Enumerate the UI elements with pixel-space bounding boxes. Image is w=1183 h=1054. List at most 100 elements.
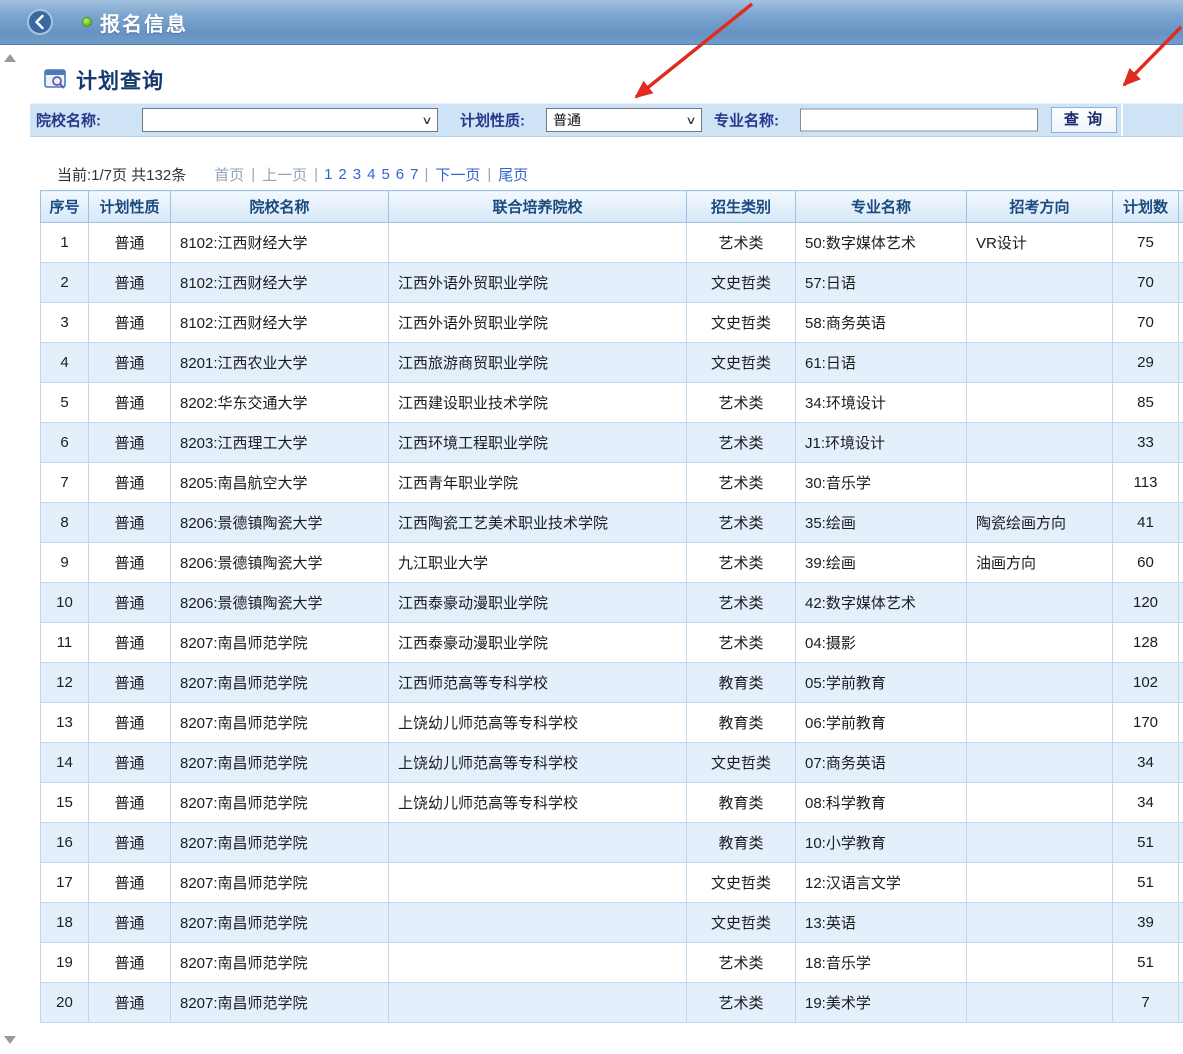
table-cell: 普通 bbox=[89, 983, 171, 1023]
table-cell: 12 bbox=[41, 663, 89, 703]
table-cell: 8203:江西理工大学 bbox=[171, 423, 389, 463]
scroll-up-arrow-icon[interactable] bbox=[4, 54, 16, 62]
table-row: 4普通8201:江西农业大学江西旅游商贸职业学院文史哲类61:日语29 bbox=[41, 343, 1183, 383]
table-cell: 15 bbox=[41, 783, 89, 823]
table-cell: 普通 bbox=[89, 223, 171, 263]
table-cell: 128 bbox=[1113, 623, 1179, 663]
page-number-link[interactable]: 7 bbox=[410, 166, 418, 183]
table-cell bbox=[967, 783, 1113, 823]
table-cell: 教育类 bbox=[687, 663, 796, 703]
table-cell: 上饶幼儿师范高等专科学校 bbox=[389, 703, 687, 743]
table-cell: 普通 bbox=[89, 383, 171, 423]
table-cell bbox=[389, 823, 687, 863]
table-cell: 8102:江西财经大学 bbox=[171, 263, 389, 303]
scroll-down-arrow-icon[interactable] bbox=[4, 1036, 16, 1044]
table-cell: 8201:江西农业大学 bbox=[171, 343, 389, 383]
column-header: 联合培养院校 bbox=[389, 191, 687, 223]
table-cell: 34 bbox=[1113, 743, 1179, 783]
table-cell: 江西陶瓷工艺美术职业技术学院 bbox=[389, 503, 687, 543]
table-cell: 06:学前教育 bbox=[796, 703, 967, 743]
table-cell-clipped bbox=[1179, 863, 1183, 903]
next-page-link[interactable]: 下一页 bbox=[435, 164, 480, 185]
page-number-link[interactable]: 5 bbox=[381, 166, 389, 183]
table-cell: 04:摄影 bbox=[796, 623, 967, 663]
column-header: 专业名称 bbox=[796, 191, 967, 223]
table-cell: 57:日语 bbox=[796, 263, 967, 303]
table-cell: 8207:南昌师范学院 bbox=[171, 983, 389, 1023]
table-cell-clipped bbox=[1179, 223, 1183, 263]
major-name-input[interactable] bbox=[800, 109, 1038, 132]
table-cell: 75 bbox=[1113, 223, 1179, 263]
table-cell: 8102:江西财经大学 bbox=[171, 223, 389, 263]
column-header: 计划数 bbox=[1113, 191, 1179, 223]
table-row: 6普通8203:江西理工大学江西环境工程职业学院艺术类J1:环境设计33 bbox=[41, 423, 1183, 463]
table-cell: 普通 bbox=[89, 663, 171, 703]
table-row: 2普通8102:江西财经大学江西外语外贸职业学院文史哲类57:日语70 bbox=[41, 263, 1183, 303]
table-cell-clipped bbox=[1179, 703, 1183, 743]
page-number-link[interactable]: 1 bbox=[324, 166, 332, 183]
table-cell bbox=[967, 983, 1113, 1023]
query-button[interactable]: 查 询 bbox=[1051, 107, 1117, 133]
table-cell: 教育类 bbox=[687, 783, 796, 823]
school-name-label: 院校名称: bbox=[36, 110, 101, 131]
table-cell: 文史哲类 bbox=[687, 863, 796, 903]
table-cell bbox=[967, 663, 1113, 703]
table-cell: 艺术类 bbox=[687, 983, 796, 1023]
table-cell: 102 bbox=[1113, 663, 1179, 703]
table-cell-clipped bbox=[1179, 343, 1183, 383]
table-cell: 江西泰豪动漫职业学院 bbox=[389, 583, 687, 623]
chevron-down-icon: ∨ bbox=[421, 114, 432, 127]
table-row: 17普通8207:南昌师范学院文史哲类12:汉语言文学51 bbox=[41, 863, 1183, 903]
page-number-link[interactable]: 2 bbox=[338, 166, 346, 183]
column-header: 招考方向 bbox=[967, 191, 1113, 223]
page-number-link[interactable]: 4 bbox=[367, 166, 375, 183]
table-cell: 江西师范高等专科学校 bbox=[389, 663, 687, 703]
prev-page-link[interactable]: 上一页 bbox=[262, 164, 307, 185]
table-cell: 51 bbox=[1113, 823, 1179, 863]
table-row: 7普通8205:南昌航空大学江西青年职业学院艺术类30:音乐学113 bbox=[41, 463, 1183, 503]
plan-nature-select[interactable]: 普通 ∨ bbox=[546, 108, 702, 132]
table-cell: 39:绘画 bbox=[796, 543, 967, 583]
table-cell bbox=[967, 263, 1113, 303]
status-dot-icon bbox=[82, 17, 92, 27]
table-cell: 江西外语外贸职业学院 bbox=[389, 303, 687, 343]
table-cell: 12:汉语言文学 bbox=[796, 863, 967, 903]
separator: | bbox=[424, 166, 428, 183]
table-cell: 8206:景德镇陶瓷大学 bbox=[171, 503, 389, 543]
table-cell: 艺术类 bbox=[687, 463, 796, 503]
table-cell: 16 bbox=[41, 823, 89, 863]
table-cell: 1 bbox=[41, 223, 89, 263]
table-cell: J1:环境设计 bbox=[796, 423, 967, 463]
table-cell bbox=[967, 703, 1113, 743]
separator: | bbox=[251, 166, 255, 183]
table-cell: 上饶幼儿师范高等专科学校 bbox=[389, 743, 687, 783]
table-cell: 文史哲类 bbox=[687, 303, 796, 343]
table-cell: 61:日语 bbox=[796, 343, 967, 383]
table-cell: 70 bbox=[1113, 303, 1179, 343]
chevron-down-icon: ∨ bbox=[685, 114, 696, 127]
table-cell: 艺术类 bbox=[687, 383, 796, 423]
plan-nature-label: 计划性质: bbox=[460, 110, 525, 131]
table-cell: 8207:南昌师范学院 bbox=[171, 663, 389, 703]
school-select[interactable]: ∨ bbox=[142, 108, 438, 132]
table-cell: 文史哲类 bbox=[687, 263, 796, 303]
table-cell: 18:音乐学 bbox=[796, 943, 967, 983]
first-page-link[interactable]: 首页 bbox=[214, 164, 244, 185]
back-button[interactable] bbox=[26, 8, 54, 36]
table-cell: 8202:华东交通大学 bbox=[171, 383, 389, 423]
last-page-link[interactable]: 尾页 bbox=[498, 164, 528, 185]
table-cell: 6 bbox=[41, 423, 89, 463]
table-row: 15普通8207:南昌师范学院上饶幼儿师范高等专科学校教育类08:科学教育34 bbox=[41, 783, 1183, 823]
table-cell: 艺术类 bbox=[687, 543, 796, 583]
table-row: 16普通8207:南昌师范学院教育类10:小学教育51 bbox=[41, 823, 1183, 863]
page-number-link[interactable]: 3 bbox=[353, 166, 361, 183]
table-cell: 教育类 bbox=[687, 703, 796, 743]
table-cell: 60 bbox=[1113, 543, 1179, 583]
table-cell: 普通 bbox=[89, 543, 171, 583]
table-cell: 江西环境工程职业学院 bbox=[389, 423, 687, 463]
table-cell: 20 bbox=[41, 983, 89, 1023]
table-cell: 江西建设职业技术学院 bbox=[389, 383, 687, 423]
table-cell: 艺术类 bbox=[687, 423, 796, 463]
page-number-link[interactable]: 6 bbox=[396, 166, 404, 183]
table-cell bbox=[967, 343, 1113, 383]
